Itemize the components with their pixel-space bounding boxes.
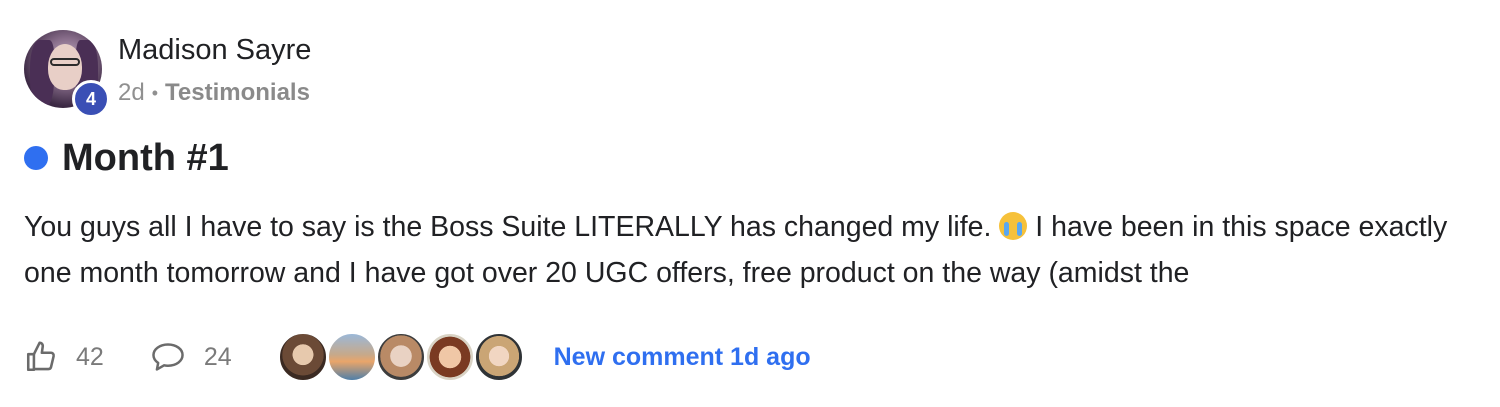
unread-indicator-icon: [24, 146, 48, 170]
post-title-row[interactable]: Month #1: [24, 136, 229, 180]
comment-bubble-icon: [152, 343, 184, 371]
commenter-avatar[interactable]: [277, 332, 328, 382]
post-card: 4 Madison Sayre 2d • Testimonials Month …: [0, 0, 1500, 407]
post-category[interactable]: Testimonials: [165, 78, 310, 108]
crying-face-emoji-icon: [999, 212, 1028, 240]
new-comment-link[interactable]: New comment 1d ago: [554, 343, 811, 372]
commenter-avatar[interactable]: [375, 332, 426, 382]
post-time: 2d: [118, 79, 145, 106]
level-badge: 4: [72, 80, 110, 118]
like-button[interactable]: 42: [24, 340, 104, 374]
post-body-text-1: You guys all I have to say is the Boss S…: [24, 211, 1000, 243]
post-body[interactable]: You guys all I have to say is the Boss S…: [24, 204, 1474, 296]
like-count: 42: [76, 342, 104, 371]
author-avatar-container[interactable]: 4: [24, 30, 110, 118]
thumbs-up-icon: [26, 341, 55, 372]
commenter-avatar[interactable]: [473, 332, 524, 382]
post-title[interactable]: Month #1: [62, 136, 229, 180]
meta-separator: •: [151, 83, 159, 103]
commenter-avatars[interactable]: [277, 332, 524, 382]
author-name[interactable]: Madison Sayre: [118, 33, 311, 67]
comment-button[interactable]: 24: [150, 340, 232, 374]
post-footer: 42 24 New comment 1d ago: [24, 330, 811, 384]
commenter-avatar[interactable]: [326, 332, 377, 382]
commenter-avatar[interactable]: [424, 332, 475, 382]
comment-count: 24: [203, 342, 232, 371]
post-meta: 2d • Testimonials: [118, 78, 310, 108]
